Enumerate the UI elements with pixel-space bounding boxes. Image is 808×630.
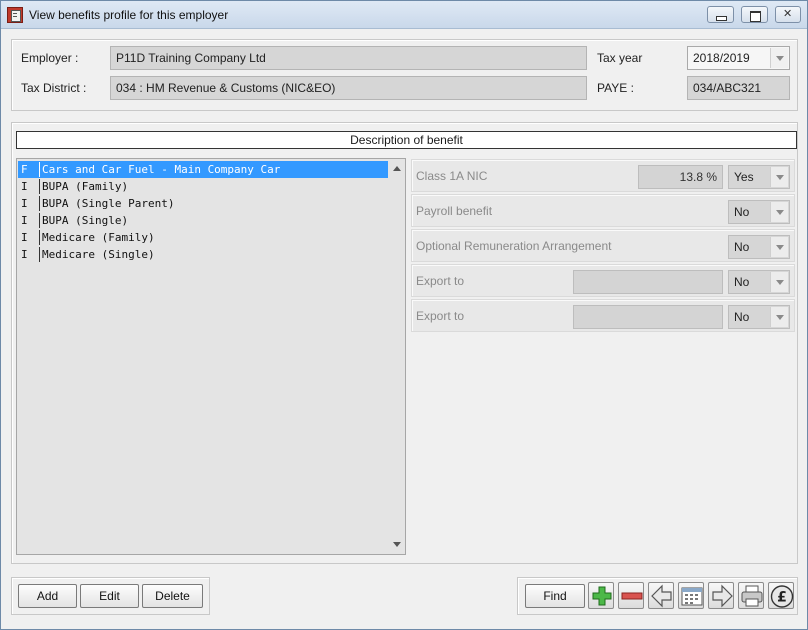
- benefit-code: I: [21, 180, 28, 193]
- benefit-code: I: [21, 214, 28, 227]
- benefit-name: Cars and Car Fuel - Main Company Car: [42, 163, 281, 176]
- class1a-nic-label: Class 1A NIC: [416, 169, 488, 183]
- paye-field: 034/ABC321: [687, 76, 790, 100]
- export-to-value-2: No: [734, 310, 750, 324]
- payroll-benefit-select[interactable]: No: [728, 200, 790, 224]
- payroll-benefit-label: Payroll benefit: [416, 204, 493, 218]
- ora-row: Optional Remuneration Arrangement No: [411, 229, 795, 262]
- chevron-down-icon[interactable]: [770, 48, 788, 68]
- title-bar: View benefits profile for this employer: [1, 1, 807, 29]
- export-to-row-2: Export to No: [411, 299, 795, 332]
- class1a-nic-value: Yes: [734, 170, 754, 184]
- export-to-select-2[interactable]: No: [728, 305, 790, 329]
- ora-select[interactable]: No: [728, 235, 790, 259]
- list-item[interactable]: I Medicare (Family): [18, 229, 388, 246]
- export-to-select-1[interactable]: No: [728, 270, 790, 294]
- column-divider: [39, 162, 40, 177]
- export-to-value-1: No: [734, 275, 750, 289]
- maximize-button[interactable]: [741, 6, 768, 23]
- tax-year-label: Tax year: [597, 51, 643, 65]
- list-item[interactable]: I BUPA (Single): [18, 212, 388, 229]
- edit-button[interactable]: Edit: [80, 584, 139, 608]
- remove-icon[interactable]: [618, 582, 644, 609]
- minimize-button[interactable]: [707, 6, 734, 23]
- paye-label: PAYE :: [597, 81, 634, 95]
- tax-year-select[interactable]: 2018/2019: [687, 46, 790, 70]
- export-to-field-1: [573, 270, 723, 294]
- description-header: Description of benefit: [16, 131, 797, 149]
- add-icon[interactable]: [588, 582, 614, 609]
- ora-value: No: [734, 240, 750, 254]
- pound-icon[interactable]: £: [768, 582, 794, 609]
- chevron-down-icon[interactable]: [770, 202, 788, 222]
- list-item[interactable]: I BUPA (Single Parent): [18, 195, 388, 212]
- delete-button[interactable]: Delete: [142, 584, 203, 608]
- close-button[interactable]: [775, 6, 801, 23]
- tax-district-label: Tax District :: [21, 81, 87, 95]
- tax-district-field: 034 : HM Revenue & Customs (NIC&EO): [110, 76, 587, 100]
- benefit-name: Medicare (Single): [42, 248, 155, 261]
- benefit-code: I: [21, 197, 28, 210]
- scroll-down-icon[interactable]: [389, 536, 405, 552]
- benefit-name: Medicare (Family): [42, 231, 155, 244]
- print-icon[interactable]: [738, 582, 764, 609]
- class1a-rate-field: 13.8 %: [638, 165, 723, 189]
- employer-label: Employer :: [21, 51, 79, 65]
- benefits-profile-window: View benefits profile for this employer …: [0, 0, 808, 630]
- svg-text:£: £: [777, 590, 787, 606]
- scroll-up-icon[interactable]: [389, 161, 405, 177]
- add-button[interactable]: Add: [18, 584, 77, 608]
- benefit-name: BUPA (Single Parent): [42, 197, 175, 210]
- column-divider: [39, 230, 40, 245]
- export-to-row-1: Export to No: [411, 264, 795, 297]
- benefit-code: I: [21, 248, 28, 261]
- benefit-name: BUPA (Family): [42, 180, 129, 193]
- list-item[interactable]: F Cars and Car Fuel - Main Company Car: [18, 161, 388, 178]
- column-divider: [39, 196, 40, 211]
- class1a-nic-select[interactable]: Yes: [728, 165, 790, 189]
- benefit-code: I: [21, 231, 28, 244]
- employer-field: P11D Training Company Ltd: [110, 46, 587, 70]
- column-divider: [39, 247, 40, 262]
- export-to-label-2: Export to: [416, 309, 465, 323]
- payroll-benefit-row: Payroll benefit No: [411, 194, 795, 227]
- list-scrollbar[interactable]: [389, 159, 405, 554]
- chevron-down-icon[interactable]: [770, 272, 788, 292]
- benefit-name: BUPA (Single): [42, 214, 129, 227]
- chevron-down-icon[interactable]: [770, 307, 788, 327]
- previous-icon[interactable]: [648, 582, 674, 609]
- export-to-field-2: [573, 305, 723, 329]
- column-divider: [39, 179, 40, 194]
- list-item[interactable]: I Medicare (Single): [18, 246, 388, 263]
- class1a-nic-row: Class 1A NIC 13.8 % Yes: [411, 159, 795, 192]
- ora-label: Optional Remuneration Arrangement: [416, 239, 612, 253]
- payroll-benefit-value: No: [734, 205, 750, 219]
- find-button[interactable]: Find: [525, 584, 585, 608]
- list-item[interactable]: I BUPA (Family): [18, 178, 388, 195]
- window-title: View benefits profile for this employer: [29, 8, 229, 22]
- chevron-down-icon[interactable]: [770, 167, 788, 187]
- next-icon[interactable]: [708, 582, 734, 609]
- calendar-icon[interactable]: [678, 582, 704, 609]
- benefit-list[interactable]: F Cars and Car Fuel - Main Company Car I…: [16, 158, 406, 555]
- tax-year-value: 2018/2019: [693, 51, 750, 65]
- column-divider: [39, 213, 40, 228]
- chevron-down-icon[interactable]: [770, 237, 788, 257]
- benefit-code: F: [21, 163, 28, 176]
- app-icon: [7, 7, 23, 23]
- export-to-label-1: Export to: [416, 274, 465, 288]
